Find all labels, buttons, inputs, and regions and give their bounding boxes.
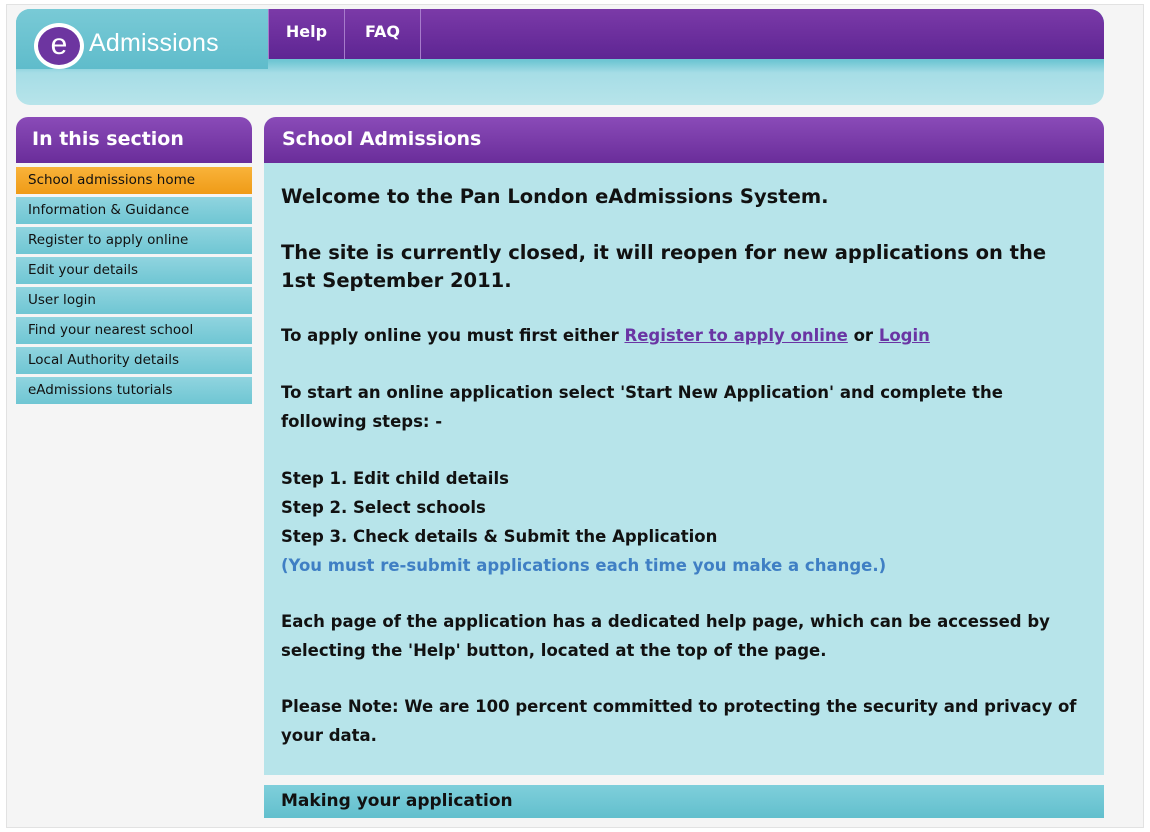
main-content: Welcome to the Pan London eAdmissions Sy…	[281, 183, 1081, 750]
logo[interactable]: e Admissions	[16, 9, 268, 69]
nav-help-button[interactable]: Help	[268, 9, 345, 59]
page-title: School Admissions	[264, 117, 1104, 163]
logo-e-icon: e	[34, 23, 84, 69]
sidebar-title: In this section	[16, 117, 252, 163]
register-link[interactable]: Register to apply online	[624, 326, 847, 345]
site-header: e Admissions Help FAQ	[16, 9, 1104, 105]
apply-prefix: To apply online you must first either	[281, 326, 619, 345]
top-nav: Help FAQ	[268, 9, 1104, 59]
sidebar-item-information-guidance[interactable]: Information & Guidance	[16, 197, 252, 224]
making-application-section-header[interactable]: Making your application	[264, 785, 1104, 818]
logo-text: Admissions	[89, 29, 219, 57]
sidebar-item-user-login[interactable]: User login	[16, 287, 252, 314]
nav-faq-button[interactable]: FAQ	[345, 9, 421, 59]
start-instructions: To start an online application select 'S…	[281, 383, 1003, 431]
step-item: Step 2. Select schools	[281, 498, 486, 517]
sidebar-nav: School admissions home Information & Gui…	[16, 167, 252, 407]
login-link[interactable]: Login	[879, 326, 930, 345]
closed-notice: The site is currently closed, it will re…	[281, 241, 1047, 292]
step-item: Step 1. Edit child details	[281, 469, 509, 488]
sidebar-item-register[interactable]: Register to apply online	[16, 227, 252, 254]
main-panel: School Admissions Welcome to the Pan Lon…	[264, 117, 1104, 775]
help-info: Each page of the application has a dedic…	[281, 612, 1050, 660]
sidebar-item-local-authority[interactable]: Local Authority details	[16, 347, 252, 374]
or-text: or	[853, 326, 874, 345]
apply-instructions: To apply online you must first either Re…	[281, 321, 1081, 350]
sidebar-item-school-admissions-home[interactable]: School admissions home	[16, 167, 252, 194]
sidebar-item-find-school[interactable]: Find your nearest school	[16, 317, 252, 344]
welcome-heading: Welcome to the Pan London eAdmissions Sy…	[281, 185, 829, 208]
step-item: Step 3. Check details & Submit the Appli…	[281, 527, 718, 546]
steps-list: Step 1. Edit child details Step 2. Selec…	[281, 464, 1081, 580]
sidebar-item-edit-details[interactable]: Edit your details	[16, 257, 252, 284]
privacy-note: Please Note: We are 100 percent committe…	[281, 697, 1077, 745]
resubmit-note: (You must re-submit applications each ti…	[281, 556, 887, 575]
sidebar-item-tutorials[interactable]: eAdmissions tutorials	[16, 377, 252, 404]
